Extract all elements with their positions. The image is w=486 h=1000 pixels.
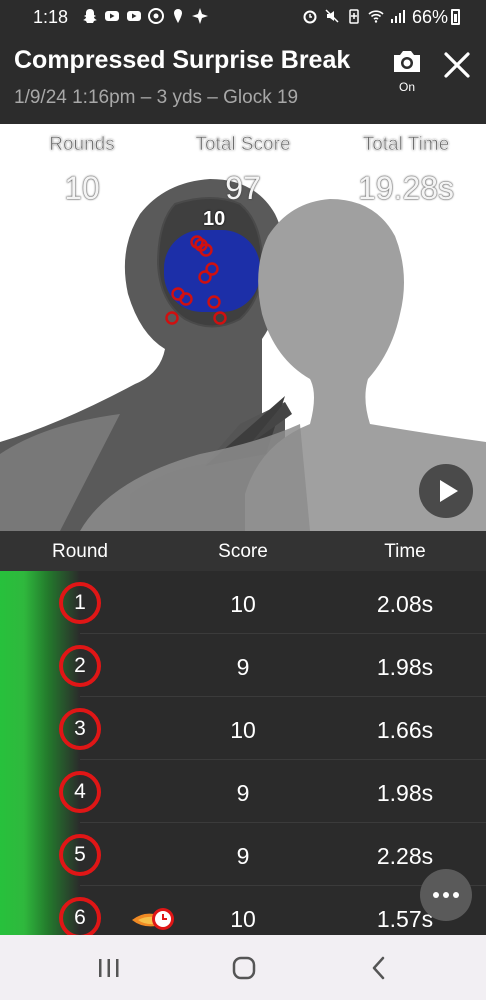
battery-percent: 66% xyxy=(411,7,448,27)
more-dot xyxy=(433,892,439,898)
round-time: 2.28s xyxy=(376,843,434,869)
round-number-badge: 4 xyxy=(59,771,101,813)
camera-toggle-button[interactable]: On xyxy=(390,48,424,108)
round-number-badge: 5 xyxy=(59,834,101,876)
round-number-badge: 1 xyxy=(59,582,101,624)
snapchat-icon xyxy=(83,9,97,23)
column-header-score: Score xyxy=(218,541,268,562)
stat-total-score: Total Score 97 xyxy=(173,134,313,207)
round-score: 9 xyxy=(236,843,250,869)
rounds-table-header: Round Score Time xyxy=(0,531,486,571)
status-bar: 1:18 66% xyxy=(0,0,486,34)
session-details: 1/9/24 1:16pm – 3 yds – Glock 19 xyxy=(14,87,299,108)
round-number-badge: 3 xyxy=(59,708,101,750)
close-icon xyxy=(444,52,470,78)
sparkle-icon xyxy=(192,8,208,24)
battery-icon xyxy=(451,9,460,25)
table-row[interactable]: 2 9 1.98s xyxy=(0,634,486,697)
youtube-icon-2 xyxy=(127,11,141,21)
stat-value: 19.28s xyxy=(357,170,455,206)
round-time: 2.08s xyxy=(376,591,434,617)
column-header-round: Round xyxy=(52,541,108,562)
round-score: 10 xyxy=(230,591,256,617)
round-number-badge: 6 xyxy=(59,897,101,935)
stat-label: Rounds xyxy=(49,134,115,156)
stat-value: 10 xyxy=(64,170,100,206)
mute-icon xyxy=(325,9,339,23)
more-dot xyxy=(453,892,459,898)
stat-rounds: Rounds 10 xyxy=(12,134,152,207)
table-row[interactable]: 3 10 1.66s xyxy=(0,697,486,760)
stat-label: Total Score xyxy=(195,134,291,156)
more-options-button[interactable] xyxy=(420,869,472,921)
battery-saver-icon xyxy=(349,9,359,24)
column-header-time: Time xyxy=(384,541,426,562)
round-score: 10 xyxy=(230,717,256,743)
camera-icon xyxy=(394,51,420,72)
round-number-badge: 2 xyxy=(59,645,101,687)
location-icon xyxy=(174,9,182,23)
round-time: 1.98s xyxy=(376,780,434,806)
home-icon[interactable] xyxy=(230,954,258,982)
chrome-icon xyxy=(148,8,164,24)
system-nav-bar xyxy=(0,935,486,1000)
round-score: 9 xyxy=(236,780,250,806)
stat-total-time: Total Time 19.28s xyxy=(336,134,476,207)
table-row[interactable]: 6 10 1.57s xyxy=(0,886,486,935)
wifi-icon xyxy=(368,10,384,23)
alarm-icon xyxy=(303,10,317,24)
signal-icon xyxy=(391,10,405,23)
more-dot xyxy=(443,892,449,898)
notification-icons xyxy=(82,8,208,24)
zone-score-label: 10 xyxy=(203,208,226,230)
play-replay-button[interactable] xyxy=(419,464,473,518)
status-time: 1:18 xyxy=(33,7,69,27)
back-icon[interactable] xyxy=(368,955,390,981)
camera-state-label: On xyxy=(398,80,415,94)
target-view: Rounds 10 Total Score 97 Total Time 19.2… xyxy=(0,124,486,531)
fastest-timer-icon xyxy=(132,908,174,930)
table-row[interactable]: 1 10 2.08s xyxy=(0,571,486,634)
drill-title: Compressed Surprise Break xyxy=(14,46,351,74)
round-time: 1.98s xyxy=(376,654,434,680)
stat-value: 97 xyxy=(225,170,261,206)
round-score: 10 xyxy=(230,906,256,932)
recent-apps-icon[interactable] xyxy=(96,957,122,979)
stat-label: Total Time xyxy=(362,134,450,156)
round-score: 9 xyxy=(236,654,250,680)
round-time: 1.66s xyxy=(376,717,434,743)
youtube-icon xyxy=(105,11,119,21)
table-row[interactable]: 5 9 2.28s xyxy=(0,823,486,886)
system-icons xyxy=(302,8,406,24)
close-button[interactable] xyxy=(440,48,474,82)
app-header: Compressed Surprise Break 1/9/24 1:16pm … xyxy=(0,34,486,124)
rounds-list: 1 10 2.08s 2 9 1.98s 3 10 1.66s 4 9 1.98… xyxy=(0,571,486,935)
table-row[interactable]: 4 9 1.98s xyxy=(0,760,486,823)
